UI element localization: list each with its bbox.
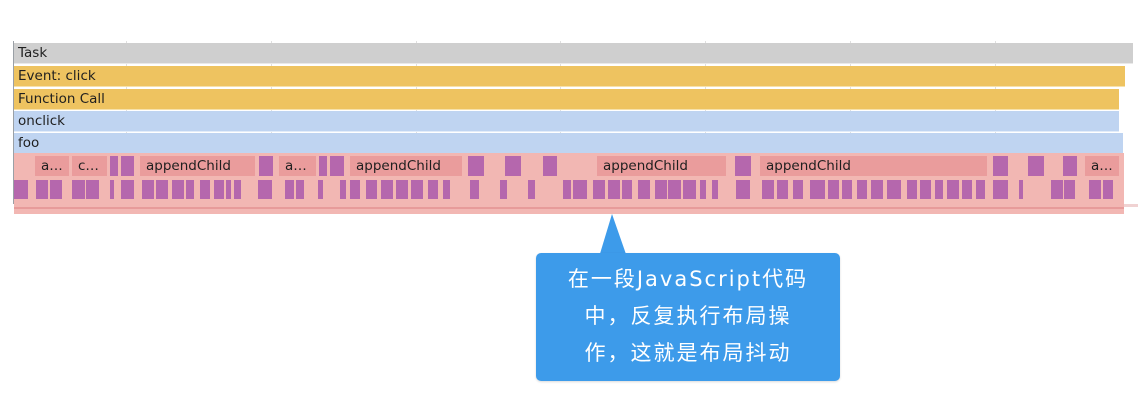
layout-block[interactable] xyxy=(340,180,346,199)
layout-block[interactable] xyxy=(608,180,620,199)
call-entry-label[interactable]: c… xyxy=(72,156,107,176)
layout-block[interactable] xyxy=(1064,180,1075,199)
append-child-entry[interactable]: appendChild xyxy=(140,156,255,176)
layout-block[interactable] xyxy=(110,156,118,176)
layout-block[interactable] xyxy=(543,156,557,176)
task-bar[interactable]: Task xyxy=(14,43,1133,64)
layout-block[interactable] xyxy=(142,180,154,199)
layout-block[interactable] xyxy=(468,156,484,176)
layout-block[interactable] xyxy=(214,180,224,199)
layout-block[interactable] xyxy=(1103,180,1113,199)
layout-block[interactable] xyxy=(172,180,184,199)
foo-bar[interactable]: foo xyxy=(14,133,1119,154)
append-child-entry[interactable]: appendChild xyxy=(760,156,987,176)
layout-block[interactable] xyxy=(200,180,210,199)
layout-block[interactable] xyxy=(350,180,360,199)
callout-line: 在一段JavaScript代码 xyxy=(567,267,809,291)
layout-block[interactable] xyxy=(993,156,1008,176)
foo-bar-tail xyxy=(1119,133,1123,154)
layout-block[interactable] xyxy=(505,156,521,176)
layout-block[interactable] xyxy=(296,180,304,199)
layout-block[interactable] xyxy=(411,180,423,199)
event-click-bar[interactable]: Event: click xyxy=(14,66,1125,87)
layout-block[interactable] xyxy=(828,180,839,199)
layout-block[interactable] xyxy=(793,180,803,199)
layout-block[interactable] xyxy=(121,156,134,176)
layout-block[interactable] xyxy=(528,180,535,199)
layout-block[interactable] xyxy=(319,156,327,176)
append-child-entry[interactable]: appendChild xyxy=(597,156,726,176)
layout-block[interactable] xyxy=(443,180,450,199)
layout-block[interactable] xyxy=(935,180,943,199)
layout-block[interactable] xyxy=(396,180,408,199)
layout-block[interactable] xyxy=(470,180,479,199)
layout-block[interactable] xyxy=(976,180,985,199)
layout-block[interactable] xyxy=(762,180,774,199)
layout-block[interactable] xyxy=(36,180,48,199)
layout-block[interactable] xyxy=(110,180,114,199)
layout-block[interactable] xyxy=(777,180,788,199)
layout-block[interactable] xyxy=(14,180,28,199)
layout-block[interactable] xyxy=(736,180,750,199)
layout-block[interactable] xyxy=(285,180,294,199)
layout-block[interactable] xyxy=(428,180,438,199)
layout-block[interactable] xyxy=(186,180,194,199)
layout-block[interactable] xyxy=(563,180,571,199)
layout-block[interactable] xyxy=(72,180,85,199)
callout-line: 作，这就是布局抖动 xyxy=(584,341,792,365)
layout-block[interactable] xyxy=(993,180,1008,199)
layout-block[interactable] xyxy=(622,180,632,199)
layout-band-end xyxy=(1124,204,1138,207)
layout-block[interactable] xyxy=(258,180,272,199)
call-entry-label[interactable]: a… xyxy=(35,156,69,176)
call-entry-label[interactable]: a… xyxy=(1085,156,1119,176)
layout-block[interactable] xyxy=(500,180,507,199)
layout-block[interactable] xyxy=(86,180,99,199)
layout-block[interactable] xyxy=(156,180,168,199)
layout-block[interactable] xyxy=(810,180,825,199)
callout-text: 在一段JavaScript代码 中，反复执行布局操 作，这就是布局抖动 xyxy=(536,261,840,372)
layout-block[interactable] xyxy=(121,180,134,199)
layout-block[interactable] xyxy=(1089,180,1101,199)
layout-block[interactable] xyxy=(366,180,377,199)
append-child-entry[interactable]: appendChild xyxy=(350,156,462,176)
function-call-bar[interactable]: Function Call xyxy=(14,89,1119,110)
layout-block[interactable] xyxy=(920,180,931,199)
layout-block[interactable] xyxy=(573,180,587,199)
layout-block[interactable] xyxy=(1063,156,1077,176)
layout-block[interactable] xyxy=(655,180,667,199)
layout-block[interactable] xyxy=(638,180,650,199)
layout-block[interactable] xyxy=(700,180,706,199)
layout-block[interactable] xyxy=(735,156,751,176)
layout-block[interactable] xyxy=(907,180,917,199)
layout-block[interactable] xyxy=(712,180,718,199)
layout-block[interactable] xyxy=(318,180,323,199)
layout-block[interactable] xyxy=(259,156,273,176)
layout-block[interactable] xyxy=(857,180,867,199)
layout-block[interactable] xyxy=(871,180,883,199)
layout-block[interactable] xyxy=(1019,180,1023,199)
layout-block[interactable] xyxy=(842,180,852,199)
layout-block[interactable] xyxy=(962,180,972,199)
layout-block[interactable] xyxy=(683,180,696,199)
layout-block[interactable] xyxy=(381,180,393,199)
layout-block[interactable] xyxy=(1028,156,1044,176)
layout-block[interactable] xyxy=(887,180,901,199)
layout-block[interactable] xyxy=(330,156,344,176)
layout-block[interactable] xyxy=(50,180,62,199)
layout-block[interactable] xyxy=(593,180,605,199)
callout-line: 中，反复执行布局操 xyxy=(584,304,792,328)
call-entry-label[interactable]: a… xyxy=(279,156,316,176)
layout-block[interactable] xyxy=(947,180,959,199)
onclick-bar[interactable]: onclick xyxy=(14,111,1119,132)
layout-block[interactable] xyxy=(668,180,681,199)
annotation-callout: 在一段JavaScript代码 中，反复执行布局操 作，这就是布局抖动 xyxy=(536,253,840,381)
layout-band-bottom xyxy=(14,207,1124,209)
layout-block[interactable] xyxy=(226,180,231,199)
layout-block[interactable] xyxy=(1051,180,1063,199)
layout-block[interactable] xyxy=(234,180,241,199)
